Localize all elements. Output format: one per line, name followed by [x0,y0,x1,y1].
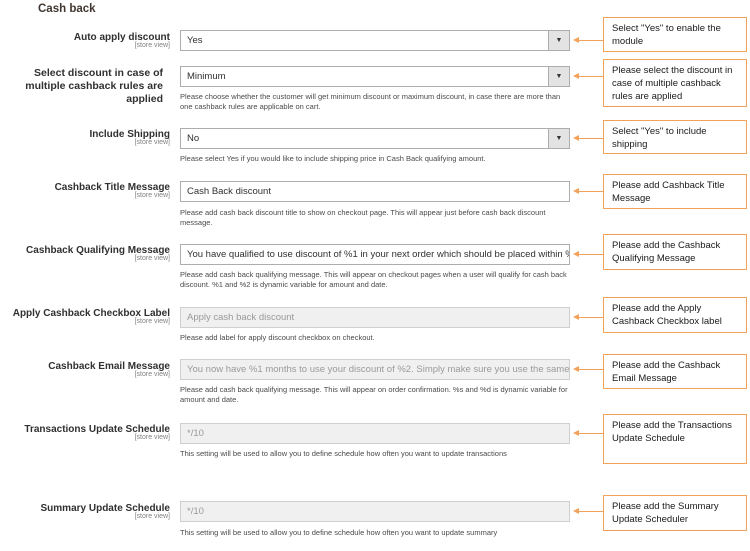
summary-schedule-note: This setting will be used to allow you t… [180,528,498,537]
qualifying-message-input[interactable]: You have qualified to use discount of %1… [180,244,570,265]
include-shipping-note: Please select Yes if you would like to i… [180,154,486,163]
discount-rule-label: Select discount in case of multiple cash… [25,67,163,105]
checkbox-label-note: Please add label for apply discount chec… [180,333,375,342]
auto-apply-discount-value: Yes [187,35,203,46]
email-message-input[interactable]: You now have %1 months to use your disco… [180,359,570,380]
summary-schedule-scope: [store view] [134,513,170,520]
callout-include-shipping: Select "Yes" to include shipping [603,120,747,154]
qualifying-message-scope: [store view] [134,255,170,262]
email-message-note: Please add cash back qualifying message.… [180,385,568,404]
summary-schedule-input[interactable]: */10 [180,501,570,522]
callout-connector [573,135,603,141]
discount-rule-value: Minimum [187,71,226,82]
callout-connector [573,188,603,194]
callout-summary-schedule: Please add the Summary Update Scheduler [603,495,747,531]
callout-connector [573,430,603,436]
callout-connector [573,366,603,372]
callout-transactions-schedule: Please add the Transactions Update Sched… [603,414,747,464]
auto-apply-discount-select[interactable]: Yes ▼ [180,30,570,51]
callout-auto-apply: Select "Yes" to enable the module [603,17,747,52]
discount-rule-select[interactable]: Minimum ▼ [180,66,570,87]
callout-connector [573,37,603,43]
include-shipping-scope: [store view] [134,139,170,146]
cashback-title-note: Please add cash back discount title to s… [180,208,546,227]
auto-apply-discount-scope: [store view] [134,42,170,49]
discount-rule-note: Please choose whether the customer will … [180,92,561,111]
callout-cashback-title: Please add Cashback Title Message [603,174,747,209]
section-title: Cash back [38,3,96,15]
include-shipping-select[interactable]: No ▼ [180,128,570,149]
chevron-down-icon[interactable]: ▼ [548,129,569,148]
chevron-down-icon[interactable]: ▼ [548,31,569,50]
callout-connector [573,508,603,514]
checkbox-label-input[interactable]: Apply cash back discount [180,307,570,328]
callout-qualifying-message: Please add the Cashback Qualifying Messa… [603,234,747,270]
qualifying-message-note: Please add cash back qualifying message.… [180,270,567,289]
callout-email-message: Please add the Cashback Email Message [603,354,747,389]
email-message-scope: [store view] [134,371,170,378]
transactions-schedule-note: This setting will be used to allow you t… [180,449,507,458]
transactions-schedule-input[interactable]: */10 [180,423,570,444]
callout-connector [573,314,603,320]
callout-connector [573,251,603,257]
chevron-down-icon[interactable]: ▼ [548,67,569,86]
callout-discount-rule: Please select the discount in case of mu… [603,59,747,107]
callout-connector [573,73,603,79]
include-shipping-value: No [187,133,200,144]
transactions-schedule-scope: [store view] [134,434,170,441]
checkbox-label-scope: [store view] [134,318,170,325]
cashback-title-scope: [store view] [134,192,170,199]
callout-checkbox-label: Please add the Apply Cashback Checkbox l… [603,297,747,333]
cashback-title-input[interactable]: Cash Back discount [180,181,570,202]
